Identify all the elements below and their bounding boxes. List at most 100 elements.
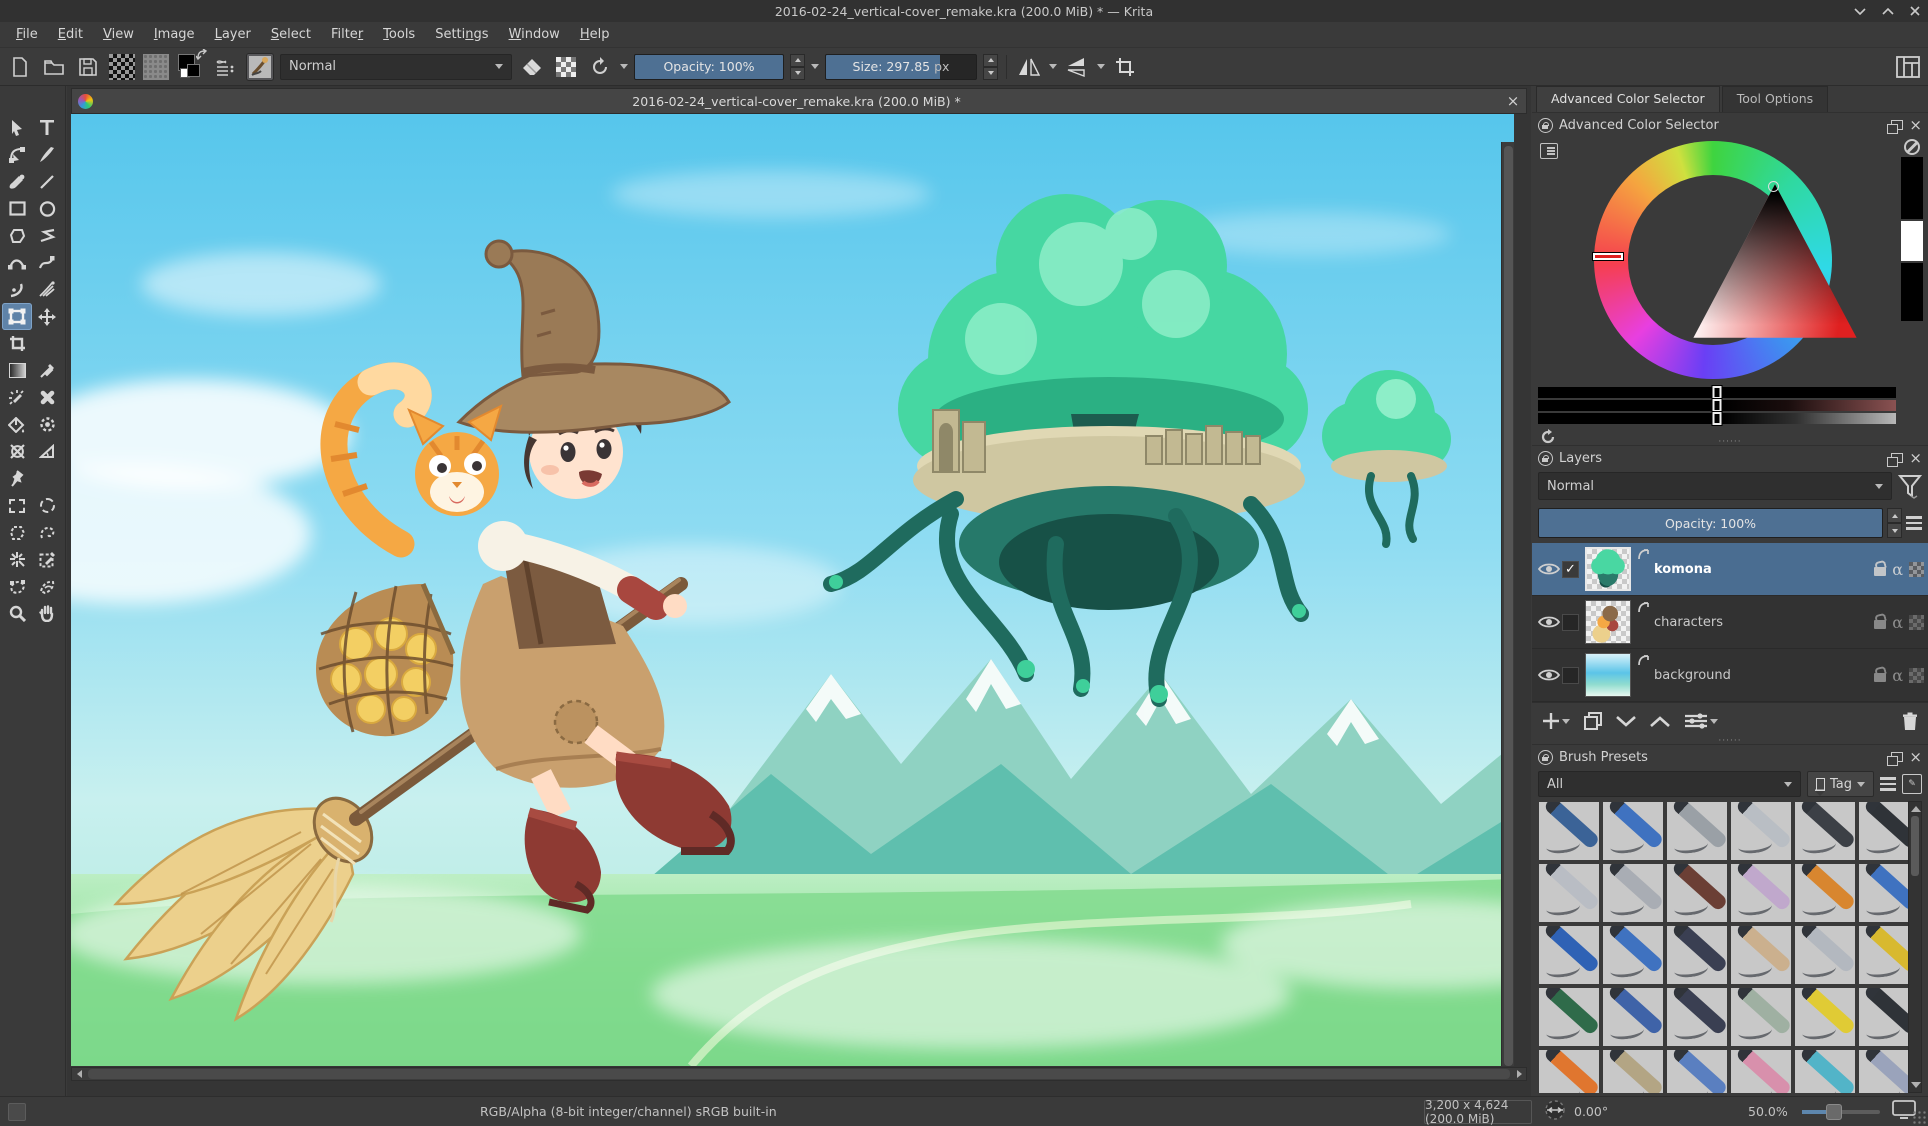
preserve-alpha-button[interactable]: [552, 53, 580, 81]
brush-preset-13[interactable]: [1602, 925, 1664, 985]
brush-preset-20[interactable]: [1666, 987, 1728, 1047]
brush-preset-14[interactable]: [1666, 925, 1728, 985]
brush-editor-button[interactable]: [212, 53, 240, 81]
opacity-slider[interactable]: Opacity: 100%: [634, 54, 784, 80]
brush-preset-15[interactable]: [1730, 925, 1792, 985]
brush-preset-22[interactable]: [1794, 987, 1856, 1047]
tab-advanced-color-selector[interactable]: Advanced Color Selector: [1536, 86, 1720, 112]
zoom-slider[interactable]: [1802, 1110, 1880, 1114]
polygon-tool[interactable]: [2, 222, 32, 249]
brush-preset-16[interactable]: [1794, 925, 1856, 985]
brush-preset-7[interactable]: [1602, 863, 1664, 923]
brush-preset-button[interactable]: [246, 53, 274, 81]
menu-help[interactable]: Help: [570, 24, 620, 45]
menu-settings[interactable]: Settings: [425, 24, 498, 45]
subwindow-close-icon[interactable]: ×: [1500, 92, 1526, 110]
inherit-alpha-icon[interactable]: [1909, 615, 1924, 630]
alpha-lock-icon[interactable]: α: [1892, 613, 1903, 632]
zoom-value[interactable]: 50.0%: [1748, 1104, 1788, 1119]
color-history-swatch[interactable]: [1901, 221, 1923, 261]
enclose-fill-tool[interactable]: [32, 411, 62, 438]
layer-properties-button[interactable]: [1684, 713, 1718, 729]
layer-checkbox[interactable]: ✓: [1562, 561, 1579, 578]
scroll-right-icon[interactable]: [1512, 1068, 1526, 1080]
inherit-alpha-icon[interactable]: [1909, 668, 1924, 683]
text-tool[interactable]: [32, 114, 62, 141]
brush-preset-9[interactable]: [1730, 863, 1792, 923]
brush-grid-scrollbar[interactable]: [1908, 801, 1922, 1093]
hue-ring[interactable]: [1594, 141, 1832, 379]
brush-preset-10[interactable]: [1794, 863, 1856, 923]
canvas-horizontal-scrollbar[interactable]: [71, 1067, 1527, 1081]
workspace-chooser-icon[interactable]: [1894, 53, 1922, 81]
gradient-tool[interactable]: [2, 357, 32, 384]
maximize-icon[interactable]: [1882, 7, 1894, 15]
color-history-swatch[interactable]: [1901, 263, 1923, 321]
menu-window[interactable]: Window: [499, 24, 570, 45]
similar-color-select-tool[interactable]: [2, 546, 32, 573]
hue-marker[interactable]: [1593, 253, 1623, 260]
layer-filter-icon[interactable]: [1898, 472, 1922, 504]
wrap-around-mode-icon[interactable]: [1111, 53, 1139, 81]
no-color-icon[interactable]: [1904, 139, 1920, 155]
edit-shapes-tool[interactable]: [2, 141, 32, 168]
docker-lock-icon[interactable]: [1538, 750, 1553, 765]
sv-marker[interactable]: [1768, 181, 1779, 192]
open-document-button[interactable]: [40, 53, 68, 81]
brush-preset-12[interactable]: [1538, 925, 1600, 985]
magnetic-select-tool[interactable]: [32, 573, 62, 600]
brush-preset-6[interactable]: [1538, 863, 1600, 923]
move-layer-up-button[interactable]: [1650, 716, 1670, 727]
size-spinner[interactable]: [983, 54, 998, 80]
scroll-left-icon[interactable]: [72, 1068, 86, 1080]
color-selector-settings-icon[interactable]: [1540, 143, 1558, 159]
docker-lock-icon[interactable]: [1538, 451, 1553, 466]
menu-tools[interactable]: Tools: [373, 24, 425, 45]
shade-strip[interactable]: [1538, 387, 1896, 398]
refresh-colors-icon[interactable]: [1540, 429, 1556, 449]
zoom-tool[interactable]: [2, 600, 32, 627]
layer-opacity-slider[interactable]: Opacity: 100%: [1538, 508, 1883, 538]
menu-view[interactable]: View: [93, 24, 144, 45]
bezier-curve-tool[interactable]: [2, 249, 32, 276]
duplicate-layer-button[interactable]: [1584, 712, 1602, 730]
add-layer-button[interactable]: [1542, 712, 1570, 730]
layer-row-characters[interactable]: characters α: [1532, 596, 1928, 649]
polyline-tool[interactable]: [32, 222, 62, 249]
chevron-down-icon[interactable]: [1097, 64, 1105, 69]
menu-filter[interactable]: Filter: [321, 24, 373, 45]
select-shapes-tool[interactable]: [2, 114, 32, 141]
layer-checkbox[interactable]: [1562, 667, 1579, 684]
layer-thumbnail[interactable]: [1585, 547, 1631, 591]
measure-tool[interactable]: [32, 438, 62, 465]
layer-opacity-spinner[interactable]: [1887, 508, 1902, 538]
layer-checkbox[interactable]: [1562, 614, 1579, 631]
sv-triangle[interactable]: [1690, 181, 1860, 341]
fg-bg-color-swatches[interactable]: [176, 52, 206, 82]
shade-strip[interactable]: [1538, 400, 1896, 411]
brush-preset-25[interactable]: [1602, 1049, 1664, 1093]
pattern-chooser-button[interactable]: [142, 53, 170, 81]
contiguous-select-tool[interactable]: [32, 546, 62, 573]
brush-preset-0[interactable]: [1538, 801, 1600, 861]
close-docker-icon[interactable]: ×: [1909, 118, 1922, 133]
rotation-icon[interactable]: [1544, 1099, 1566, 1124]
save-button[interactable]: [74, 53, 102, 81]
advanced-color-selector[interactable]: ······: [1532, 137, 1928, 445]
assistants-tool[interactable]: [2, 438, 32, 465]
opacity-spinner[interactable]: [790, 54, 805, 80]
dynamic-brush-tool[interactable]: [2, 276, 32, 303]
bezier-select-tool[interactable]: [2, 573, 32, 600]
mirror-horizontal-icon[interactable]: [1015, 53, 1043, 81]
freehand-select-tool[interactable]: [32, 519, 62, 546]
smart-patch-tool[interactable]: [32, 384, 62, 411]
brush-preset-8[interactable]: [1666, 863, 1728, 923]
canvas-vertical-scrollbar[interactable]: [1501, 142, 1514, 1066]
rotation-value[interactable]: 0.00°: [1574, 1104, 1608, 1119]
layer-visibility-icon[interactable]: [1536, 562, 1562, 576]
minimize-icon[interactable]: [1854, 7, 1866, 15]
mirror-vertical-icon[interactable]: [1063, 53, 1091, 81]
layer-row-background[interactable]: background α: [1532, 649, 1928, 702]
layer-lock-icon[interactable]: [1874, 567, 1886, 576]
layer-lock-icon[interactable]: [1874, 620, 1886, 629]
